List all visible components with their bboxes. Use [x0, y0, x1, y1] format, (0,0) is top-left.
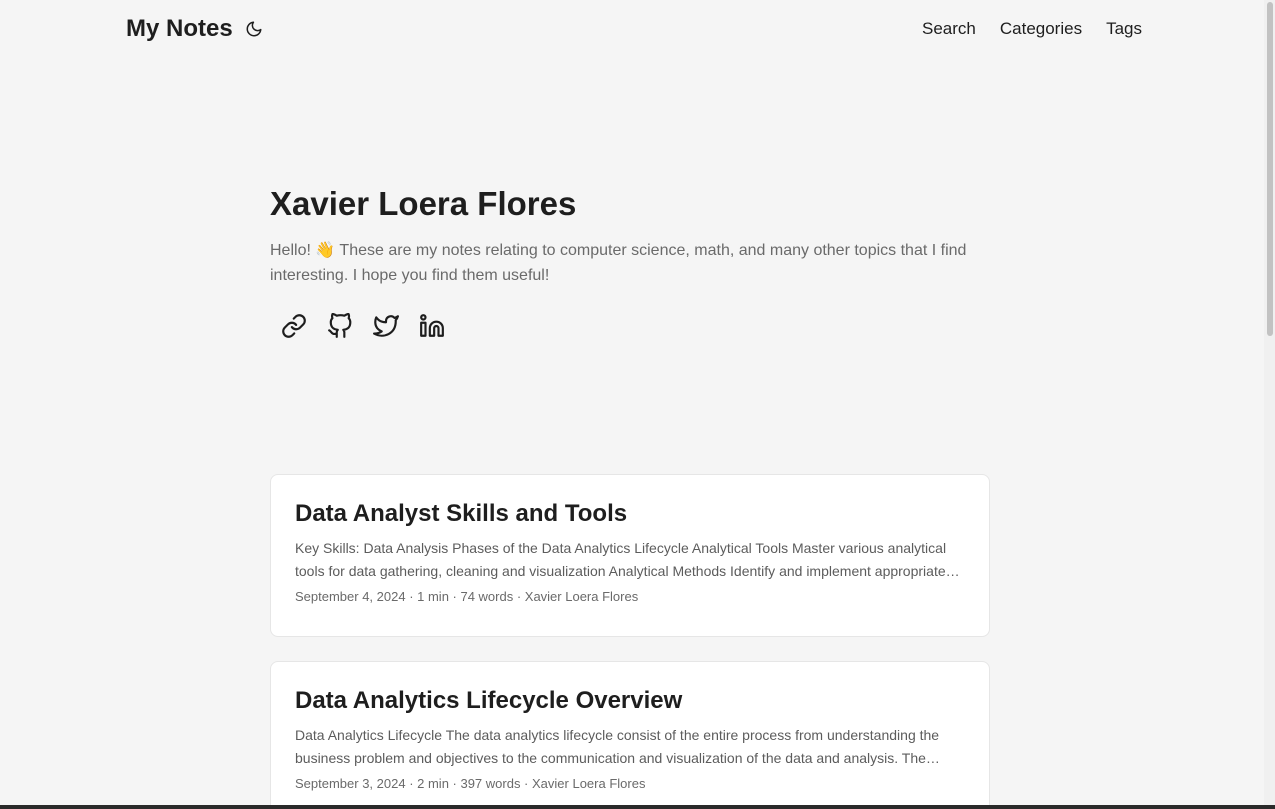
- site-logo[interactable]: My Notes: [126, 15, 233, 43]
- nav-categories[interactable]: Categories: [1000, 19, 1082, 39]
- social-links: [270, 312, 990, 340]
- nav-search[interactable]: Search: [922, 19, 976, 39]
- post-summary: Key Skills: Data Analysis Phases of the …: [295, 540, 947, 579]
- main-nav: Search Categories Tags: [922, 19, 1142, 39]
- scrollbar[interactable]: [1264, 0, 1275, 805]
- link-icon[interactable]: [280, 312, 308, 340]
- site-header: My Notes Search Categories Tags: [126, 0, 1142, 58]
- post-meta: September 4, 2024 · 1 min · 74 words · X…: [295, 589, 639, 604]
- moon-icon[interactable]: [243, 18, 265, 40]
- profile-name: Xavier Loera Flores: [270, 185, 577, 222]
- scrollbar-thumb[interactable]: [1267, 2, 1273, 336]
- profile-section: Xavier Loera Flores Hello! 👋 These are m…: [270, 184, 990, 340]
- logo-group: My Notes: [126, 15, 265, 43]
- github-icon[interactable]: [326, 312, 354, 340]
- linkedin-icon[interactable]: [418, 312, 446, 340]
- post-summary: Data Analytics Lifecycle The data analyt…: [295, 727, 940, 766]
- page: My Notes Search Categories Tags Xavier L…: [0, 0, 1275, 809]
- twitter-icon[interactable]: [372, 312, 400, 340]
- window-edge: [0, 805, 1275, 809]
- post-title[interactable]: Data Analytics Lifecycle Overview: [295, 686, 965, 716]
- profile-bio: Hello! 👋 These are my notes relating to …: [270, 242, 967, 284]
- post-title[interactable]: Data Analyst Skills and Tools: [295, 499, 965, 529]
- post-card[interactable]: Data Analyst Skills and Tools Key Skills…: [270, 474, 990, 637]
- post-meta: September 3, 2024 · 2 min · 397 words · …: [295, 776, 646, 791]
- nav-tags[interactable]: Tags: [1106, 19, 1142, 39]
- post-card[interactable]: Data Analytics Lifecycle Overview Data A…: [270, 661, 990, 809]
